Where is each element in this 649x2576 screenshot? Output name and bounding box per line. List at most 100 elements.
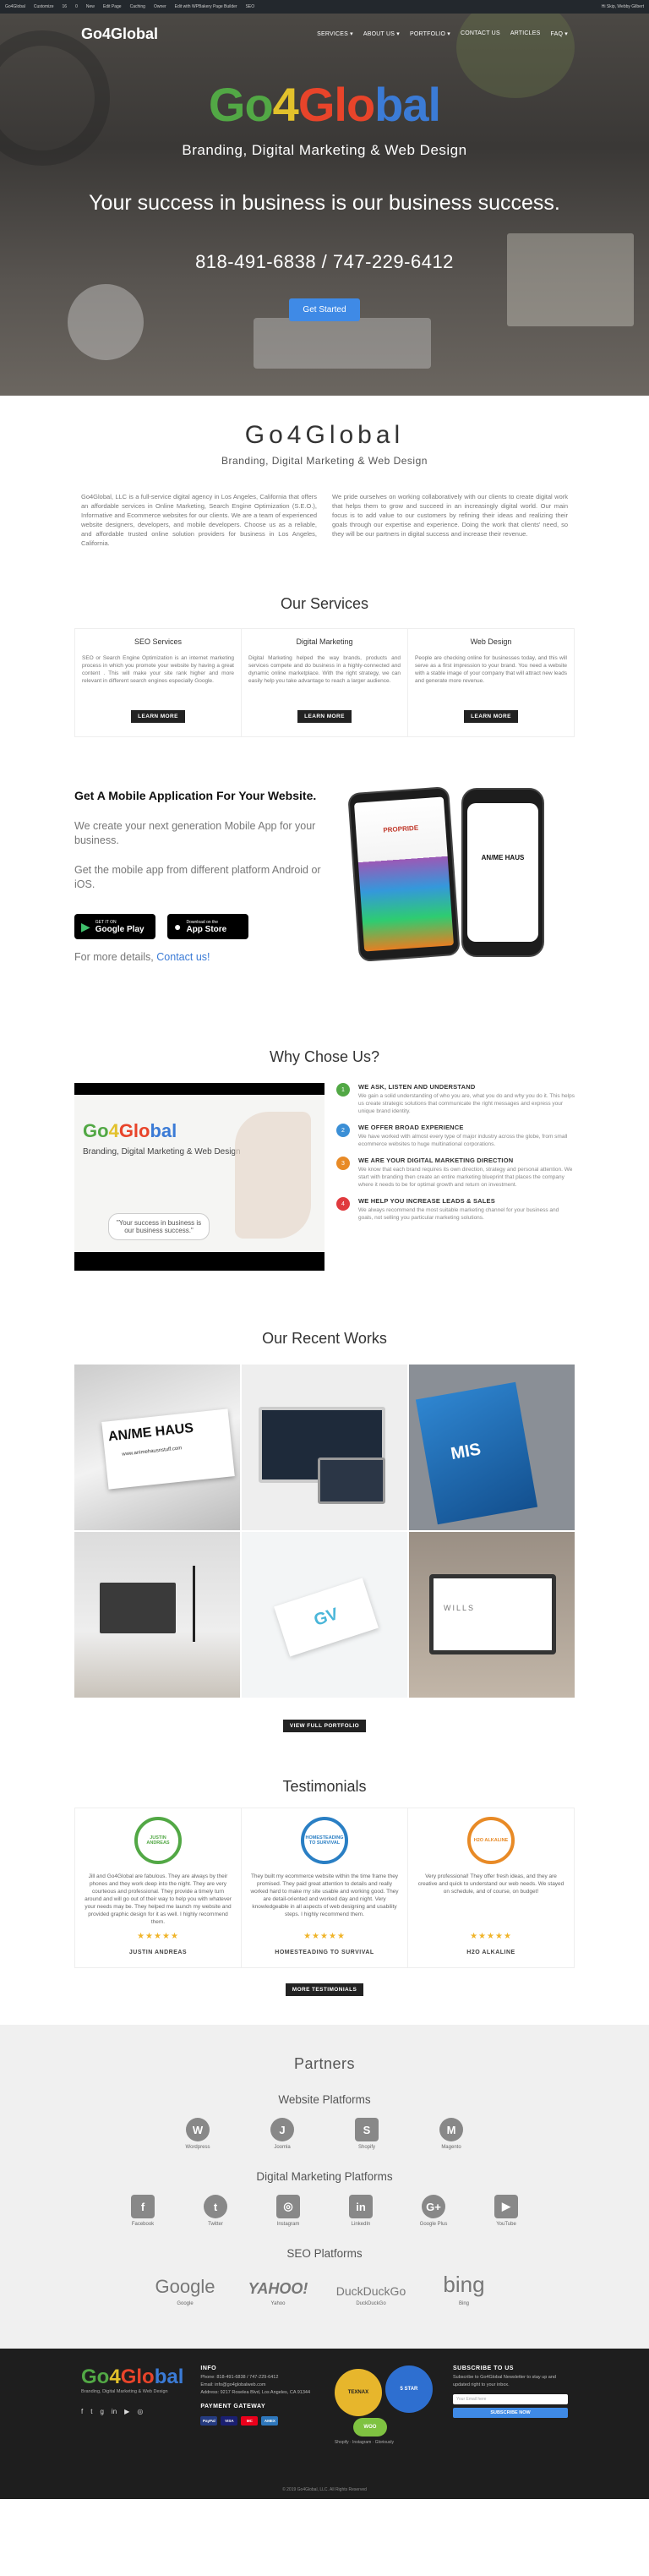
admin-item[interactable]: 0 [75,4,78,9]
portfolio-item[interactable]: WILLS [409,1532,575,1698]
google-play-badge[interactable]: ▶ GET IT ON Google Play [74,914,155,939]
five-star-badge: 5 STAR [384,2365,433,2413]
more-testimonials-button[interactable]: MORE TESTIMONIALS [285,1983,364,1996]
service-card: Web Design People are checking online fo… [408,629,574,736]
portfolio-item[interactable]: GV [242,1532,407,1698]
services-section: Our Services SEO Services SEO or Search … [0,595,649,737]
admin-item[interactable]: 16 [63,4,68,9]
step-number: 1 [336,1083,350,1097]
portfolio-label: MIS [449,1440,483,1464]
testimonial-card: H2O ALKALINE Very professional! They off… [408,1808,574,1967]
get-started-button[interactable]: Get Started [289,298,360,321]
testimonials-title: Testimonials [282,1778,367,1795]
rating-stars: ★★★★★ [303,1932,346,1941]
intro-section: Go4Global Branding, Digital Marketing & … [0,396,649,548]
subscribe-email-field[interactable]: Your Email here [453,2394,568,2404]
testimonial-name: JUSTIN ANDREAS [128,1950,188,1955]
portfolio-grid: AN/ME HAUS www.animehausnstuff.com MIS G… [74,1365,575,1698]
facebook-icon: f [131,2195,155,2218]
phone-mockup-iphone: AN/ME HAUS [461,788,544,957]
monitor-mockup [100,1583,176,1633]
nav-contact[interactable]: CONTACT US [461,30,500,37]
portfolio-label: GV [311,1604,341,1630]
partner-shopify: S Shopify [350,2118,384,2150]
info-email[interactable]: Email: info@go4globalweb.com [200,2382,318,2389]
portfolio-item[interactable]: AN/ME HAUS www.animehausnstuff.com [74,1365,240,1530]
video-hands [235,1112,311,1239]
digital-platforms-title: Digital Marketing Platforms [256,2170,393,2183]
portfolio-item[interactable] [242,1365,407,1530]
admin-item[interactable]: Customize [34,4,54,9]
learn-more-button[interactable]: LEARN MORE [297,710,352,723]
mobile-app-title: Get A Mobile Application For Your Websit… [74,789,317,802]
portfolio-label: WILLS [444,1604,476,1612]
nav-about[interactable]: ABOUT US ▾ [363,30,400,37]
subscribe-title: SUBSCRIBE TO US [453,2365,514,2371]
instagram-icon[interactable]: ◎ [137,2408,143,2415]
testimonial-text: Very professional! They offer fresh idea… [417,1873,564,1895]
contact-us-link[interactable]: Contact us! [156,951,210,963]
joomla-icon: J [270,2118,294,2141]
step-number: 4 [336,1197,350,1211]
seo-platforms-title: SEO Platforms [286,2247,363,2260]
phone-screen: PROPRIDE [353,796,455,952]
intro-title: Go4Global [244,421,405,449]
twitter-icon[interactable]: t [90,2408,92,2415]
why-item: 1 WE ASK, LISTEN AND UNDERSTAND We gain a … [336,1083,575,1115]
why-list: 1 WE ASK, LISTEN AND UNDERSTAND We gain a … [324,1083,575,1271]
hero-section: Go4Global SERVICES ▾ ABOUT US ▾ PORTFOLI… [0,14,649,396]
testimonial-name: HOMESTEADING TO SURVIVAL [275,1950,374,1955]
youtube-icon: ▶ [494,2195,518,2218]
why-item-text: We have worked with almost every type of… [358,1134,568,1147]
nav-faq[interactable]: FAQ ▾ [551,30,568,37]
step-number: 3 [336,1157,350,1170]
mobile-app-section: Get A Mobile Application For Your Websit… [74,786,575,991]
learn-more-button[interactable]: LEARN MORE [464,710,518,723]
admin-user[interactable]: Hi Skip, Webby Gilbert [602,4,644,9]
footer-logo[interactable]: Go4Global [81,2365,183,2389]
admin-item[interactable]: Caching [130,4,145,9]
footer-info: INFO Phone: 818-491-6838 / 747-229-6412 … [200,2365,318,2426]
service-title: SEO Services [134,637,183,646]
why-item-text: We always recommend the most suitable ma… [358,1207,559,1221]
nav-services[interactable]: SERVICES ▾ [317,30,353,37]
footer-columns: Go4Global Branding, Digital Marketing & … [81,2365,568,2445]
step-number: 2 [336,1124,350,1137]
instagram-icon: ◎ [276,2195,300,2218]
service-title: Web Design [470,637,512,646]
app-store-badge[interactable]: ● Download on the App Store [167,914,248,939]
nav-articles[interactable]: ARTICLES [510,30,541,37]
admin-item[interactable]: Edit Page [103,4,122,9]
admin-item[interactable]: Owner [154,4,166,9]
facebook-icon[interactable]: f [81,2408,83,2415]
view-portfolio-button[interactable]: VIEW FULL PORTFOLIO [282,1720,367,1732]
woo-badge: WOO [352,2418,387,2437]
site-logo[interactable]: Go4Global [81,25,158,43]
partner-wordpress: W Wordpress [181,2118,215,2150]
service-text: People are checking online for businesse… [415,655,567,684]
admin-item[interactable]: New [86,4,95,9]
subscribe-button[interactable]: SUBSCRIBE NOW [453,2408,568,2418]
learn-more-button[interactable]: LEARN MORE [131,710,185,723]
youtube-icon[interactable]: ▶ [124,2408,129,2415]
testimonial-card: HOMESTEADING TO SURVIVAL They built my e… [242,1808,408,1967]
promo-video[interactable]: Go4Global Branding, Digital Marketing & … [74,1083,324,1271]
portfolio-item[interactable]: MIS [409,1365,575,1530]
google-plus-icon[interactable]: g [100,2408,103,2415]
partners-title: Partners [293,2055,356,2072]
nav-portfolio[interactable]: PORTFOLIO ▾ [410,30,450,37]
admin-item[interactable]: Go4Global [5,4,25,9]
admin-item[interactable]: SEO [246,4,255,9]
why-item: 4 WE HELP YOU INCREASE LEADS & SALES We al… [336,1197,575,1222]
why-item-title: WE HELP YOU INCREASE LEADS & SALES [358,1197,495,1205]
video-frame: Go4Global Branding, Digital Marketing & … [74,1095,324,1252]
partner-duckduckgo: DuckDuckGo DuckDuckGo [335,2284,406,2306]
admin-item[interactable]: Edit with WPBakery Page Builder [175,4,237,9]
portfolio-card: AN/ME HAUS www.animehausnstuff.com [101,1408,235,1490]
linkedin-icon[interactable]: in [112,2408,117,2415]
nav-menu: SERVICES ▾ ABOUT US ▾ PORTFOLIO ▾ CONTAC… [317,30,568,37]
portfolio-item[interactable] [74,1532,240,1698]
client-logo: HOMESTEADING TO SURVIVAL [301,1817,348,1864]
rating-stars: ★★★★★ [137,1932,179,1941]
shopify-icon: S [355,2118,379,2141]
